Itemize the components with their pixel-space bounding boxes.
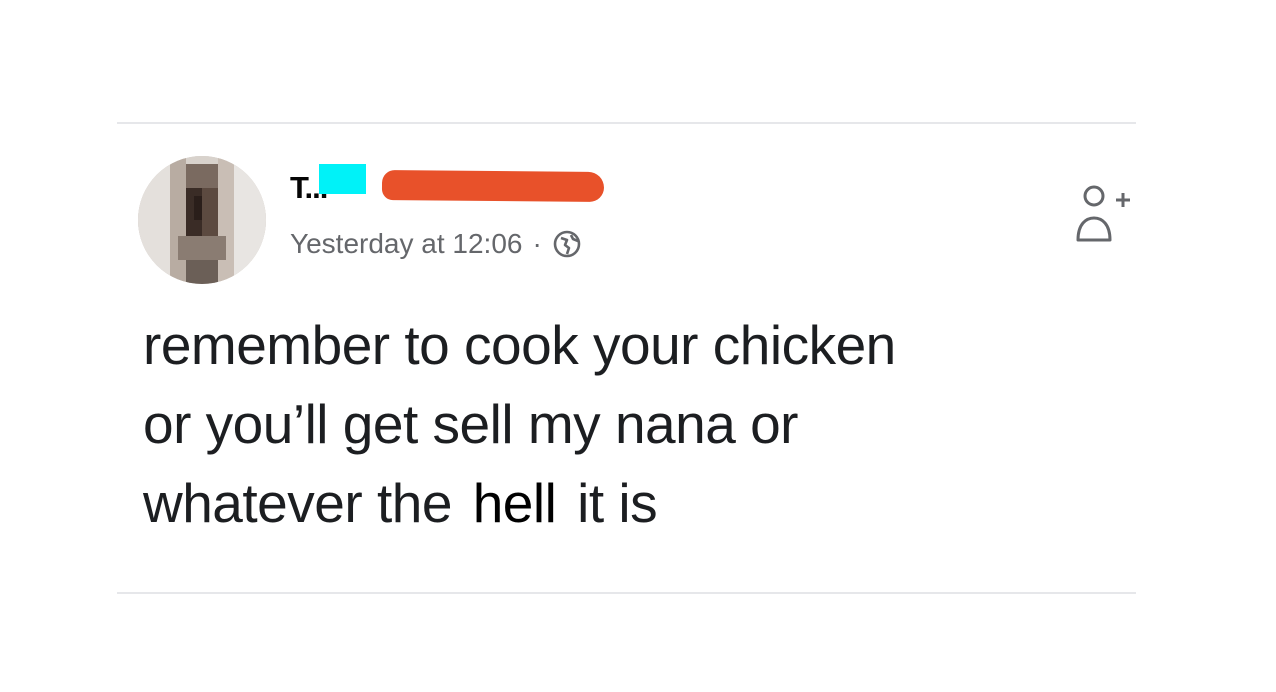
- post-line-text: whatever the: [143, 472, 452, 534]
- post-line: remember to cook your chicken: [143, 306, 1133, 385]
- author-block[interactable]: T...: [290, 164, 630, 214]
- bottom-divider: [117, 592, 1136, 594]
- top-divider: [117, 122, 1136, 124]
- redaction-mark-cyan: [319, 164, 366, 194]
- post-line: whatever the hell it is: [143, 464, 1133, 543]
- globe-icon[interactable]: [552, 229, 582, 259]
- post-line-text: or you’ll get sell my nana or: [143, 393, 798, 455]
- meta-separator: ·: [532, 228, 542, 259]
- post-emphasis-word: hell: [472, 472, 557, 534]
- post-line: or you’ll get sell my nana or: [143, 385, 1133, 464]
- avatar[interactable]: [138, 156, 266, 284]
- avatar-image: [138, 156, 266, 284]
- redaction-mark-orange: [381, 170, 605, 202]
- add-friend-icon[interactable]: [1072, 180, 1134, 246]
- post-line-text: it is: [577, 472, 658, 534]
- post-line-text: remember to cook your chicken: [143, 314, 896, 376]
- timestamp[interactable]: Yesterday at 12:06: [290, 228, 522, 260]
- post-body: remember to cook your chicken or you’ll …: [143, 306, 1133, 543]
- post-meta: Yesterday at 12:06 ·: [290, 224, 582, 264]
